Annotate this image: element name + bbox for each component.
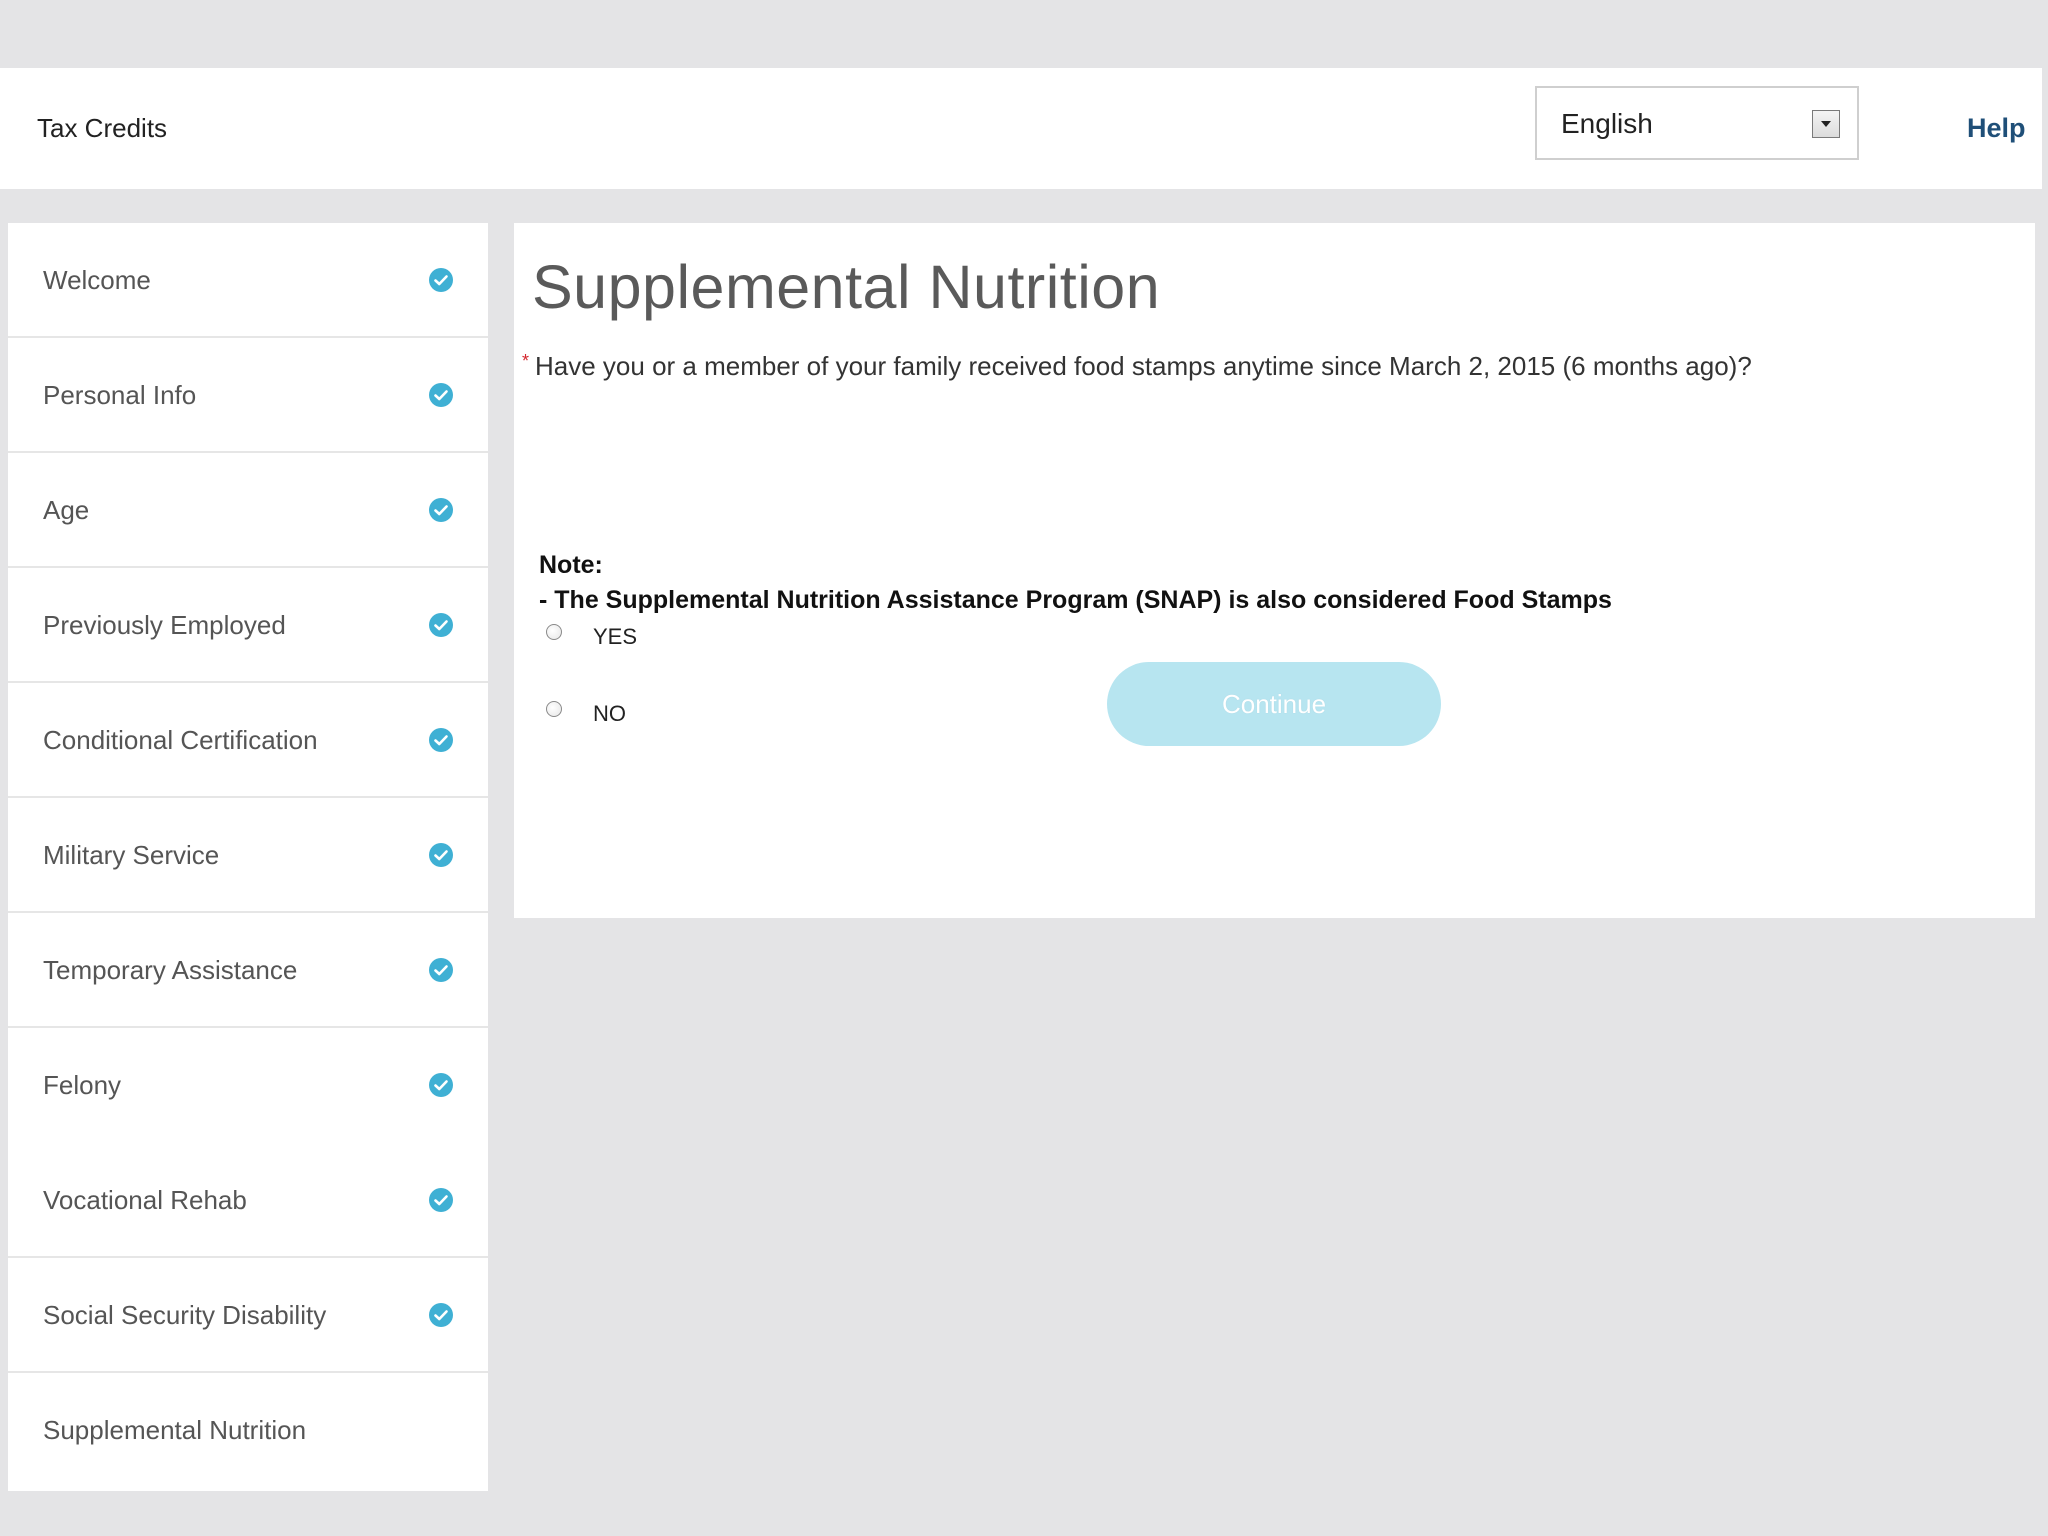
check-circle-icon — [429, 268, 453, 292]
check-circle-icon — [429, 1073, 453, 1097]
check-circle-icon — [429, 1188, 453, 1212]
sidebar-item-label: Military Service — [43, 840, 220, 870]
sidebar-item-label: Vocational Rehab — [43, 1185, 247, 1215]
check-circle-icon — [429, 1303, 453, 1327]
question-text-row: * Have you or a member of your family rec… — [522, 351, 1752, 382]
sidebar-item-label: Social Security Disability — [43, 1300, 327, 1330]
sidebar-item-conditional-certification[interactable]: Conditional Certification — [8, 683, 488, 798]
language-select[interactable]: English — [1535, 86, 1859, 160]
main-content-card: Supplemental Nutrition * Have you or a me… — [514, 223, 2035, 918]
check-circle-icon — [429, 728, 453, 752]
app-title: Tax Credits — [37, 113, 168, 143]
sidebar-item-label: Welcome — [43, 265, 151, 295]
sidebar-steps: Welcome Personal Info Age Previously Emp… — [8, 223, 488, 1491]
sidebar-item-social-security-disability[interactable]: Social Security Disability — [8, 1258, 488, 1373]
question-text: Have you or a member of your family rece… — [535, 351, 1752, 381]
sidebar-item-welcome[interactable]: Welcome — [8, 223, 488, 338]
sidebar-item-label: Age — [43, 495, 90, 525]
sidebar-item-age[interactable]: Age — [8, 453, 488, 568]
sidebar-item-label: Conditional Certification — [43, 725, 318, 755]
sidebar-item-label: Temporary Assistance — [43, 955, 298, 985]
chevron-down-icon[interactable] — [1812, 110, 1840, 138]
check-circle-icon — [429, 843, 453, 867]
sidebar-item-label: Felony — [43, 1070, 122, 1100]
sidebar-item-felony[interactable]: Felony — [8, 1028, 488, 1143]
header-bar: Tax Credits English Help — [0, 68, 2042, 189]
sidebar-item-personal-info[interactable]: Personal Info — [8, 338, 488, 453]
check-circle-icon — [429, 958, 453, 982]
radio-icon[interactable] — [546, 701, 562, 717]
sidebar-item-previously-employed[interactable]: Previously Employed — [8, 568, 488, 683]
check-circle-icon — [429, 383, 453, 407]
required-marker: * — [522, 351, 530, 371]
radio-icon[interactable] — [546, 624, 562, 640]
sidebar-item-vocational-rehab[interactable]: Vocational Rehab — [8, 1143, 488, 1258]
sidebar-item-temporary-assistance[interactable]: Temporary Assistance — [8, 913, 488, 1028]
radio-label-yes: YES — [593, 624, 638, 649]
sidebar-item-label: Previously Employed — [43, 610, 286, 640]
note-text: - The Supplemental Nutrition Assistance … — [539, 586, 1612, 614]
continue-button[interactable]: Continue — [1107, 662, 1441, 746]
sidebar-item-label: Supplemental Nutrition — [43, 1415, 307, 1445]
language-selected-value: English — [1561, 108, 1653, 139]
note-heading: Note: — [539, 551, 603, 579]
sidebar-item-label: Personal Info — [43, 380, 197, 410]
help-link[interactable]: Help — [1967, 68, 2026, 189]
sidebar-item-supplemental-nutrition[interactable]: Supplemental Nutrition — [8, 1373, 488, 1488]
check-circle-icon — [429, 613, 453, 637]
check-circle-icon — [429, 498, 453, 522]
sidebar-item-military-service[interactable]: Military Service — [8, 798, 488, 913]
page-title: Supplemental Nutrition — [532, 253, 1161, 321]
radio-label-no: NO — [593, 701, 626, 726]
